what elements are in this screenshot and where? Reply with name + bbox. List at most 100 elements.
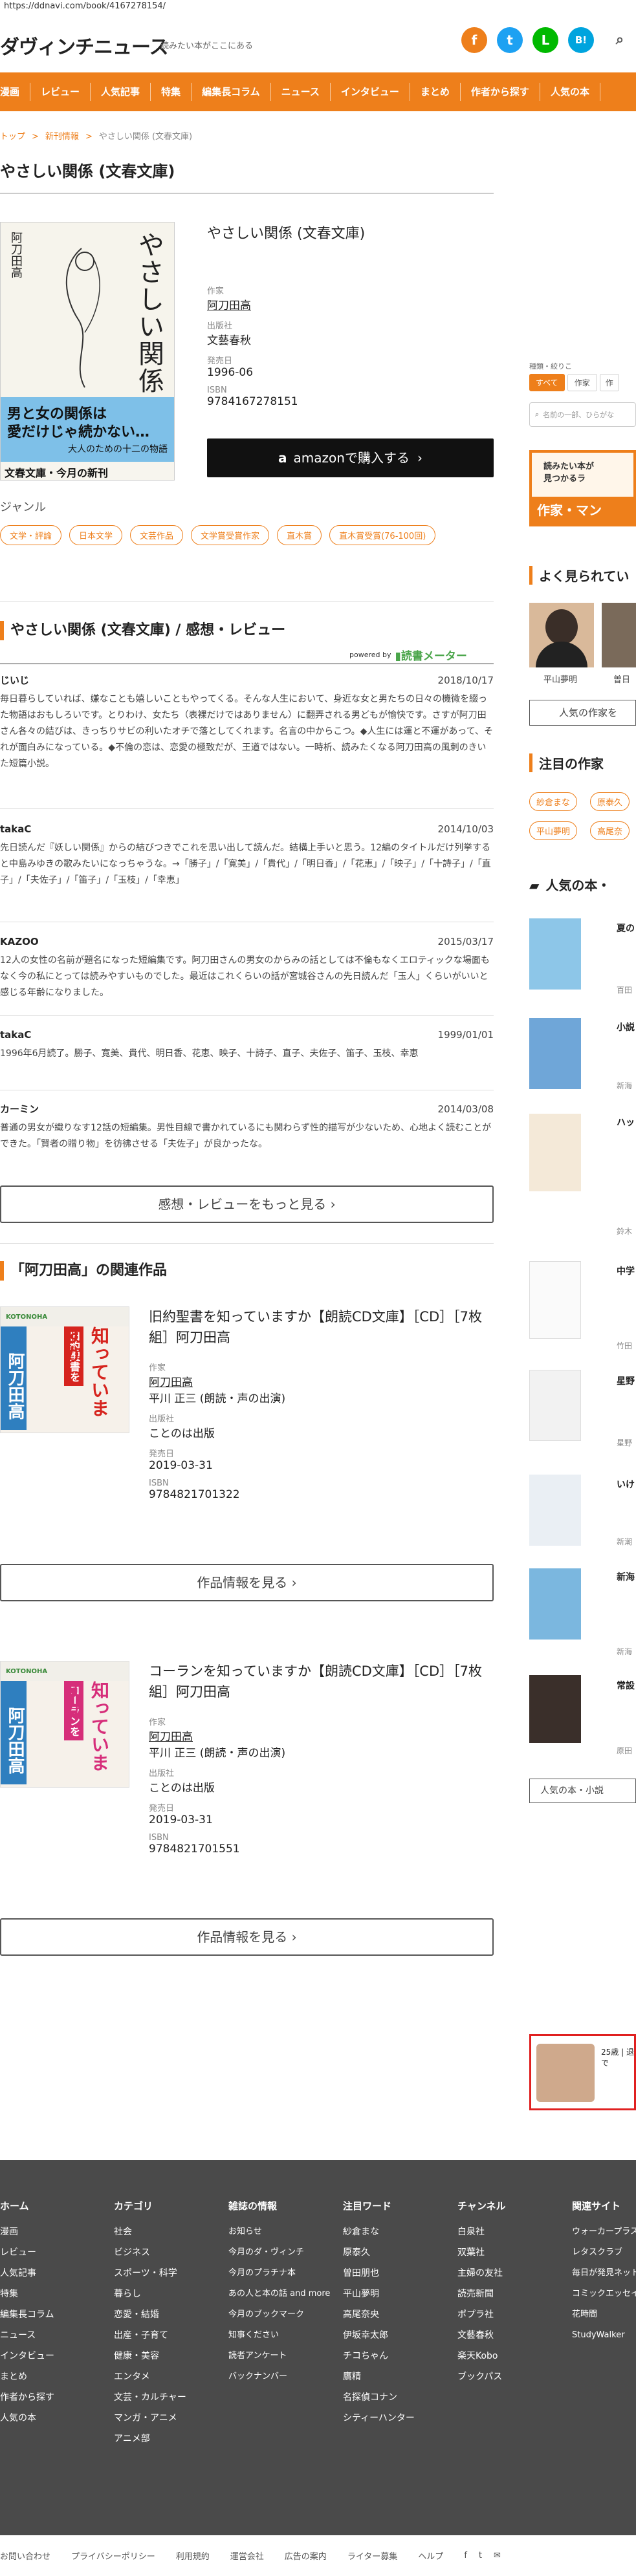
footer-link[interactable]: マンガ・アニメ xyxy=(114,2408,186,2429)
noted-author-tag[interactable]: 原泰久 xyxy=(590,792,630,811)
footer-link[interactable]: ビジネス xyxy=(114,2242,186,2263)
popular-book-title[interactable]: 常設 xyxy=(617,1679,636,1692)
hatena-bookmark-icon[interactable]: B! xyxy=(568,27,594,53)
nav-item-matome[interactable]: まとめ xyxy=(410,83,461,101)
footer-link[interactable]: あの人と本の話 and more xyxy=(228,2284,330,2304)
footer-link[interactable]: 健康・美容 xyxy=(114,2346,186,2366)
popular-book-cover[interactable] xyxy=(529,1261,581,1339)
popular-book-cover[interactable] xyxy=(529,1568,581,1640)
footer-link[interactable]: 社会 xyxy=(114,2222,186,2242)
search-tab-author[interactable]: 作家 xyxy=(567,374,597,391)
footer-link[interactable]: 原泰久 xyxy=(343,2242,415,2263)
nav-item-column[interactable]: 編集長コラム xyxy=(192,83,271,101)
footer-link[interactable]: 作者から探す xyxy=(0,2387,54,2408)
genre-tag[interactable]: 直木賞受賞(76-100回) xyxy=(329,525,436,545)
more-reviews-button[interactable]: 感想・レビューをもっと見る › xyxy=(0,1185,494,1223)
footer-link[interactable]: 知事ください xyxy=(228,2325,330,2346)
footer-link[interactable]: 毎日が発見ネット xyxy=(572,2263,636,2284)
footer-link[interactable]: まとめ xyxy=(0,2366,54,2387)
popular-book-title[interactable]: いけ xyxy=(617,1478,636,1491)
footer-link[interactable]: 花時間 xyxy=(572,2304,636,2325)
popular-books-button[interactable]: 人気の本・小説 xyxy=(529,1779,636,1803)
bookmeter-credit[interactable]: powered by ▮読書メーター xyxy=(349,647,467,663)
mail-icon[interactable]: ✉ xyxy=(494,2551,501,2560)
footer-link[interactable]: 恋愛・結婚 xyxy=(114,2304,186,2325)
footer-bottom-link[interactable]: プライバシーポリシー xyxy=(71,2549,155,2562)
footer-heading[interactable]: 注目ワード xyxy=(343,2196,415,2216)
review-user[interactable]: KAZOO xyxy=(0,934,39,950)
related-more-button[interactable]: 作品情報を見る › xyxy=(0,1564,494,1601)
sidebar-ad[interactable]: 25歳 | 退で xyxy=(529,2034,636,2110)
related-author-link[interactable]: 阿刀田高 xyxy=(149,1727,494,1744)
footer-link[interactable]: 紗倉まな xyxy=(343,2222,415,2242)
footer-link[interactable]: シティーハンター xyxy=(343,2408,415,2429)
author-link[interactable]: 阿刀田高 xyxy=(207,296,494,312)
review-user[interactable]: カーミン xyxy=(0,1101,39,1118)
footer-link[interactable]: 高尾奈央 xyxy=(343,2304,415,2325)
footer-link[interactable]: 今月のプラチナ本 xyxy=(228,2263,330,2284)
nav-item-review[interactable]: レビュー xyxy=(30,83,91,101)
footer-bottom-link[interactable]: ライター募集 xyxy=(347,2549,397,2562)
popular-book-cover[interactable] xyxy=(529,1114,581,1191)
footer-link[interactable]: 人気記事 xyxy=(0,2263,54,2284)
ranking-banner[interactable]: 読みたい本が 見つかるラ 作家・マン xyxy=(529,450,636,526)
footer-link[interactable]: 名探偵コナン xyxy=(343,2387,415,2408)
footer-link[interactable]: 今月のダ・ヴィンチ xyxy=(228,2242,330,2263)
noted-author-tag[interactable]: 紗倉まな xyxy=(529,792,578,811)
nav-item-popular-books[interactable]: 人気の本 xyxy=(540,83,600,101)
footer-link[interactable]: ウォーカープラス xyxy=(572,2222,636,2242)
footer-link[interactable]: ニュース xyxy=(0,2325,54,2346)
popular-authors-button[interactable]: 人気の作家を xyxy=(529,700,636,726)
footer-link[interactable]: チコちゃん xyxy=(343,2346,415,2366)
footer-link[interactable]: 今月のブックマーク xyxy=(228,2304,330,2325)
footer-link[interactable]: 鷹精 xyxy=(343,2366,415,2387)
footer-bottom-link[interactable]: 広告の案内 xyxy=(285,2549,327,2562)
footer-bottom-link[interactable]: 利用規約 xyxy=(176,2549,210,2562)
footer-link[interactable]: 伊坂幸太郎 xyxy=(343,2325,415,2346)
footer-heading[interactable]: チャンネル xyxy=(457,2196,506,2216)
related-title-link[interactable]: 旧約聖書を知っていますか【朗読CD文庫】［CD］［7枚組］阿刀田高 xyxy=(149,1306,494,1348)
review-user[interactable]: じいじ xyxy=(0,673,29,689)
footer-link[interactable]: ブックパス xyxy=(457,2366,506,2387)
genre-tag[interactable]: 日本文学 xyxy=(69,525,123,545)
breadcrumb-new[interactable]: 新刊情報 xyxy=(45,132,79,142)
related-cover[interactable]: KOTONOHA コーランを 知っていますか 阿刀田高 xyxy=(0,1661,129,1788)
author-photo[interactable] xyxy=(602,603,636,667)
popular-book-cover[interactable] xyxy=(529,1675,581,1743)
genre-tag[interactable]: 文学賞受賞作家 xyxy=(191,525,270,545)
genre-tag[interactable]: 文学・評論 xyxy=(0,525,62,545)
twitter-icon[interactable]: t xyxy=(479,2551,482,2560)
popular-book-cover[interactable] xyxy=(529,918,581,990)
footer-link[interactable]: 主婦の友社 xyxy=(457,2263,506,2284)
footer-bottom-link[interactable]: ヘルプ xyxy=(418,2549,443,2562)
footer-link[interactable]: 漫画 xyxy=(0,2222,54,2242)
footer-link[interactable]: ポプラ社 xyxy=(457,2304,506,2325)
nav-item-interview[interactable]: インタビュー xyxy=(331,83,410,101)
footer-link[interactable]: コミックエッセイ xyxy=(572,2284,636,2304)
search-tab-all[interactable]: すべて xyxy=(529,374,565,391)
footer-link[interactable]: レビュー xyxy=(0,2242,54,2263)
amazon-buy-button[interactable]: a amazonで購入する › xyxy=(207,438,494,477)
footer-link[interactable]: アニメ部 xyxy=(114,2429,186,2449)
breadcrumb-top[interactable]: トップ xyxy=(0,132,25,142)
author-photo[interactable] xyxy=(529,603,594,667)
popular-book-title[interactable]: 新海 xyxy=(617,1570,636,1583)
footer-link[interactable]: 文芸・カルチャー xyxy=(114,2387,186,2408)
twitter-icon[interactable]: t xyxy=(497,27,523,53)
author-name[interactable]: 平山夢明 xyxy=(543,673,577,685)
footer-link[interactable]: 読売新聞 xyxy=(457,2284,506,2304)
footer-link[interactable]: 文藝春秋 xyxy=(457,2325,506,2346)
popular-book-title[interactable]: 星野 xyxy=(617,1374,636,1387)
footer-link[interactable]: 出産・子育て xyxy=(114,2325,186,2346)
popular-book-title[interactable]: 中学 xyxy=(617,1264,636,1277)
footer-link[interactable]: バックナンバー xyxy=(228,2366,330,2387)
related-title-link[interactable]: コーランを知っていますか【朗読CD文庫】［CD］［7枚組］阿刀田高 xyxy=(149,1661,494,1702)
footer-heading[interactable]: ホーム xyxy=(0,2196,54,2216)
related-cover[interactable]: KOTONOHA 旧約聖書を 知っていますか 阿刀田高 xyxy=(0,1306,129,1433)
footer-link[interactable]: StudyWalker xyxy=(572,2325,636,2346)
footer-heading[interactable]: カテゴリ xyxy=(114,2196,186,2216)
nav-item-news[interactable]: ニュース xyxy=(271,83,331,101)
footer-link[interactable]: 暮らし xyxy=(114,2284,186,2304)
footer-link[interactable]: エンタメ xyxy=(114,2366,186,2387)
site-logo[interactable]: ダヴィンチニュース xyxy=(0,31,168,60)
